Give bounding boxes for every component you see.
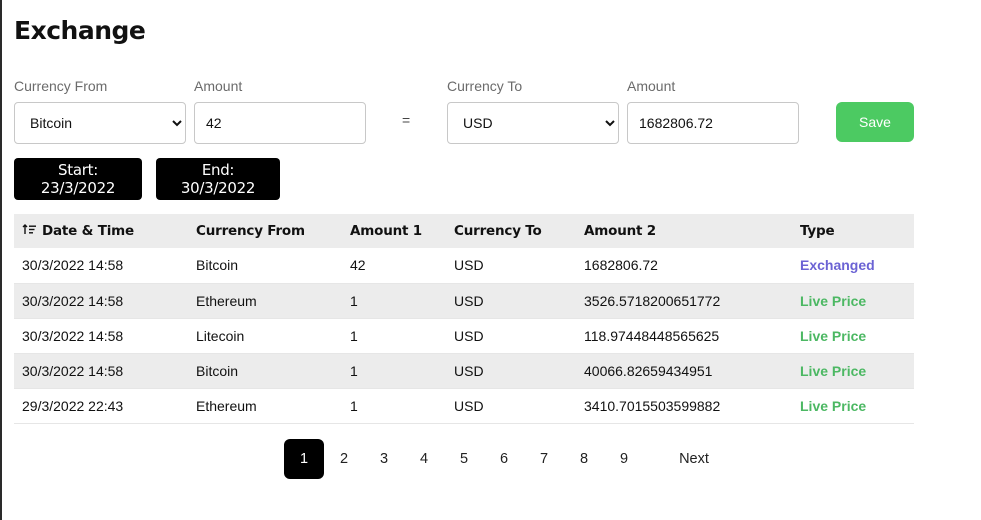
page-button-9[interactable]: 9 — [604, 439, 644, 479]
cell-date: 29/3/2022 22:43 — [14, 388, 188, 424]
cell-currency-from: Litecoin — [188, 318, 342, 354]
cell-currency-from: Bitcoin — [188, 248, 342, 284]
amount-to-label: Amount — [627, 78, 676, 94]
column-header-label: Date & Time — [42, 223, 134, 239]
table-row: 30/3/2022 14:58 Bitcoin 1 USD 40066.8265… — [14, 353, 914, 389]
cell-type: Live Price — [792, 318, 914, 354]
cell-amount-2: 118.97448448565625 — [576, 318, 792, 354]
page-button-3[interactable]: 3 — [364, 439, 404, 479]
column-header-type[interactable]: Type — [792, 214, 914, 248]
save-button[interactable]: Save — [836, 102, 914, 142]
column-header-amount-1[interactable]: Amount 1 — [342, 214, 446, 248]
end-date-button[interactable]: End: 30/3/2022 — [156, 158, 280, 200]
cell-amount-2: 1682806.72 — [576, 248, 792, 284]
equals-sign: = — [402, 112, 411, 128]
cell-currency-from: Ethereum — [188, 283, 342, 319]
column-header-date[interactable]: Date & Time — [14, 214, 188, 248]
currency-to-label: Currency To — [447, 78, 523, 94]
amount-from-label: Amount — [194, 78, 243, 94]
table-row: 30/3/2022 14:58 Litecoin 1 USD 118.97448… — [14, 318, 914, 354]
cell-type: Live Price — [792, 388, 914, 424]
cell-currency-to: USD — [446, 353, 576, 389]
cell-amount-2: 40066.82659434951 — [576, 353, 792, 389]
cell-type: Live Price — [792, 283, 914, 319]
currency-from-select[interactable]: Bitcoin — [14, 102, 186, 144]
window-edge — [0, 0, 2, 520]
page-title: Exchange — [14, 16, 146, 45]
currency-from-label: Currency From — [14, 78, 108, 94]
cell-type: Exchanged — [792, 248, 914, 284]
cell-currency-from: Ethereum — [188, 388, 342, 424]
page-button-4[interactable]: 4 — [404, 439, 444, 479]
cell-currency-to: USD — [446, 248, 576, 284]
cell-date: 30/3/2022 14:58 — [14, 318, 188, 354]
cell-amount-2: 3410.7015503599882 — [576, 388, 792, 424]
page-button-1[interactable]: 1 — [284, 439, 324, 479]
amount-from-input[interactable] — [194, 102, 366, 144]
column-header-currency-to[interactable]: Currency To — [446, 214, 576, 248]
cell-amount-1: 1 — [342, 388, 446, 424]
page-button-7[interactable]: 7 — [524, 439, 564, 479]
cell-amount-1: 1 — [342, 353, 446, 389]
column-header-amount-2[interactable]: Amount 2 — [576, 214, 792, 248]
cell-amount-1: 1 — [342, 318, 446, 354]
cell-currency-to: USD — [446, 318, 576, 354]
cell-date: 30/3/2022 14:58 — [14, 248, 188, 284]
cell-amount-2: 3526.5718200651772 — [576, 283, 792, 319]
currency-to-select[interactable]: USD — [447, 102, 619, 144]
page-button-6[interactable]: 6 — [484, 439, 524, 479]
page-button-5[interactable]: 5 — [444, 439, 484, 479]
amount-to-input[interactable] — [627, 102, 799, 144]
cell-currency-from: Bitcoin — [188, 353, 342, 389]
column-header-currency-from[interactable]: Currency From — [188, 214, 342, 248]
history-table: Date & Time Currency From Amount 1 Curre… — [14, 214, 914, 424]
cell-amount-1: 1 — [342, 283, 446, 319]
page-button-8[interactable]: 8 — [564, 439, 604, 479]
page-button-2[interactable]: 2 — [324, 439, 364, 479]
table-header-row: Date & Time Currency From Amount 1 Curre… — [14, 214, 914, 248]
next-page-button[interactable]: Next — [664, 439, 724, 479]
sort-ascending-icon[interactable] — [22, 223, 36, 239]
cell-currency-to: USD — [446, 283, 576, 319]
cell-date: 30/3/2022 14:58 — [14, 353, 188, 389]
table-row: 30/3/2022 14:58 Bitcoin 42 USD 1682806.7… — [14, 248, 914, 284]
start-date-button[interactable]: Start: 23/3/2022 — [14, 158, 142, 200]
cell-type: Live Price — [792, 353, 914, 389]
cell-currency-to: USD — [446, 388, 576, 424]
table-row: 29/3/2022 22:43 Ethereum 1 USD 3410.7015… — [14, 388, 914, 424]
table-row: 30/3/2022 14:58 Ethereum 1 USD 3526.5718… — [14, 283, 914, 319]
cell-amount-1: 42 — [342, 248, 446, 284]
cell-date: 30/3/2022 14:58 — [14, 283, 188, 319]
